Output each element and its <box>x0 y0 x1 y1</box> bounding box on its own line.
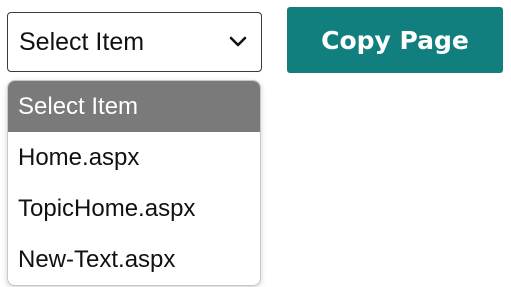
item-select-value: Select Item <box>19 27 145 56</box>
dropdown-option-topichome[interactable]: TopicHome.aspx <box>8 183 260 234</box>
item-select[interactable]: Select Item <box>7 12 262 72</box>
dropdown-option-select-item[interactable]: Select Item <box>8 81 260 132</box>
page: Select Item Copy Page Select Item Home.a… <box>0 0 511 287</box>
dropdown-option-home[interactable]: Home.aspx <box>8 132 260 183</box>
chevron-down-icon <box>226 30 250 54</box>
dropdown-option-new-text[interactable]: New-Text.aspx <box>8 234 260 285</box>
item-dropdown-list: Select Item Home.aspx TopicHome.aspx New… <box>7 80 261 286</box>
copy-page-button[interactable]: Copy Page <box>287 7 503 73</box>
